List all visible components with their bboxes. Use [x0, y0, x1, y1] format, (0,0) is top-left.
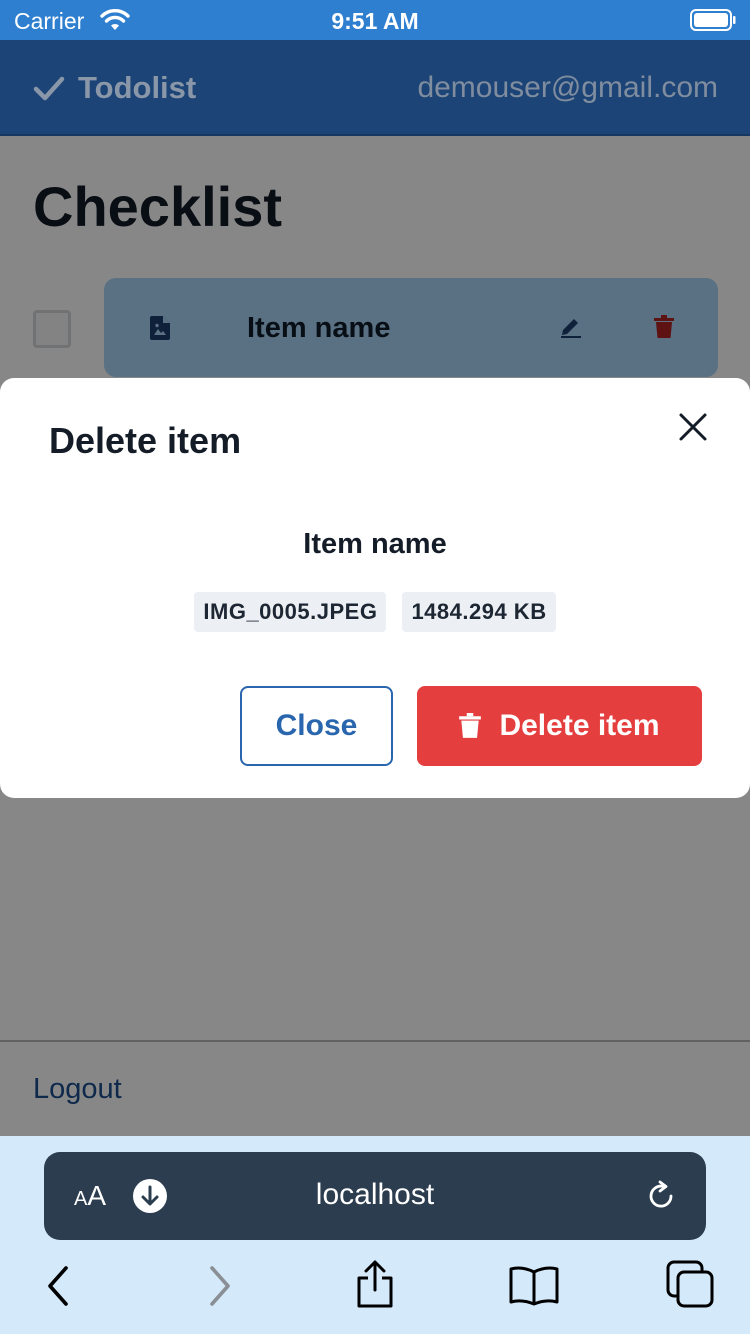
check-icon: [33, 76, 65, 101]
file-name-badge: IMG_0005.JPEG: [194, 592, 387, 632]
close-icon[interactable]: [678, 412, 708, 442]
delete-item-label: Delete item: [499, 709, 660, 742]
reload-icon[interactable]: [644, 1178, 678, 1219]
share-icon[interactable]: [354, 1258, 396, 1315]
forward-icon[interactable]: [206, 1264, 234, 1313]
browser-nav-row: [0, 1260, 750, 1314]
status-bar: Carrier 9:51 AM: [0, 0, 750, 40]
file-info: IMG_0005.JPEG 1484.294 KB: [0, 592, 750, 632]
brand-link[interactable]: Todolist: [32, 70, 196, 106]
address-bar[interactable]: AA localhost: [44, 1152, 706, 1240]
bookmarks-icon[interactable]: [508, 1264, 560, 1311]
file-size-badge: 1484.294 KB: [402, 592, 556, 632]
modal-title: Delete item: [49, 420, 242, 461]
url-text: localhost: [315, 1178, 435, 1211]
user-email[interactable]: demouser@gmail.com: [417, 71, 718, 105]
browser-toolbar: AA localhost: [0, 1136, 750, 1334]
delete-item-button[interactable]: Delete item: [417, 686, 702, 766]
trash-icon: [459, 713, 482, 739]
battery-icon: [690, 9, 736, 36]
app-header: Todolist demouser@gmail.com: [0, 40, 750, 136]
screen: Carrier 9:51 AM Todolist demouser@gmail.…: [0, 0, 750, 1334]
brand-title: Todolist: [78, 70, 197, 105]
status-time: 9:51 AM: [331, 8, 419, 34]
tabs-icon[interactable]: [666, 1260, 716, 1315]
close-button[interactable]: Close: [240, 686, 393, 766]
modal-item-name: Item name: [303, 528, 447, 560]
back-icon[interactable]: [44, 1264, 72, 1313]
delete-item-modal: Delete item Item name IMG_0005.JPEG 1484…: [0, 378, 750, 798]
